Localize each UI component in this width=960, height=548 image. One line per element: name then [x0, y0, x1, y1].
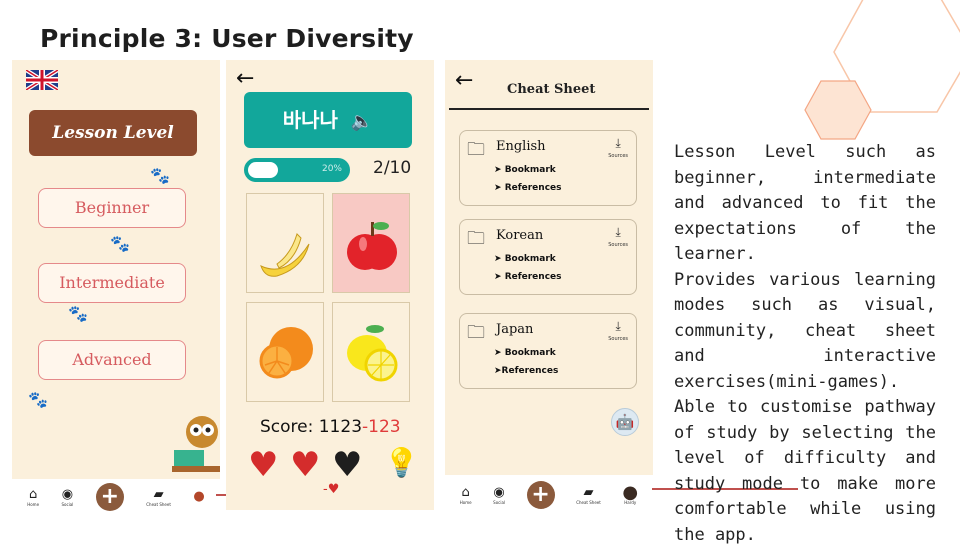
quiz-screen: ← 바나나 🔈 20% 2/10 Score: 1123-123 ♥ ♥ ♥ 💡… — [226, 60, 434, 510]
paw-print-icon: 🐾 — [68, 304, 88, 323]
home-icon: ⌂ — [28, 486, 38, 502]
download-icon: ⤓ — [615, 136, 621, 150]
home-icon: ⌂ — [461, 484, 470, 500]
orange-icon — [259, 327, 313, 379]
paw-print-icon: 🐾 — [110, 234, 130, 253]
advanced-button[interactable]: Advanced — [38, 340, 186, 380]
progress-knob — [248, 162, 278, 178]
bookmark-link[interactable]: ➤ Bookmark — [494, 254, 556, 264]
folder-japan[interactable]: 🗀 Japan ➤ Bookmark ➤References ⤓ Sources — [459, 313, 637, 389]
uk-flag-icon[interactable] — [26, 70, 58, 90]
answer-card-apple[interactable] — [332, 193, 410, 293]
hexagon-decoration-small — [804, 80, 872, 140]
download-sources-button[interactable]: ⤓ Sources — [608, 320, 628, 346]
word-prompt: 바나나 🔈 — [244, 92, 412, 148]
folder-icon: ▰ — [583, 484, 594, 500]
score-display: Score: 1123-123 — [260, 417, 401, 437]
nav-social[interactable]: ◉ Social — [61, 486, 74, 507]
progress-label: 20% — [321, 164, 342, 174]
heart-icon: ♥ — [248, 445, 279, 485]
avatar-icon: ● — [193, 489, 205, 504]
bookmark-link[interactable]: ➤ Bookmark — [494, 348, 556, 358]
folder-name: Korean — [496, 228, 544, 243]
progress-toggle[interactable]: 20% — [244, 158, 350, 182]
score-value: Score: 1123 — [260, 417, 363, 437]
nav-cheat-sheet[interactable]: ▰ Cheat Sheet — [576, 484, 601, 505]
add-button[interactable]: + — [526, 481, 555, 509]
heart-lost-icon: ♥ — [332, 445, 363, 485]
answer-card-banana[interactable] — [246, 193, 324, 293]
paw-print-icon: 🐾 — [150, 166, 170, 185]
download-sources-button[interactable]: ⤓ Sources — [608, 226, 628, 252]
nav-social[interactable]: ◉ Social — [493, 484, 505, 505]
back-arrow-icon[interactable]: ← — [236, 66, 254, 91]
bottom-navigation: ⌂ Home ◉ Social + ▰ Cheat Sheet ● Hardy — [445, 475, 653, 515]
folder-icon: 🗀 — [467, 139, 485, 160]
slide-title: Principle 3: User Diversity — [40, 24, 414, 53]
lightbulb-hint-icon[interactable]: 💡 — [384, 446, 419, 479]
download-sources-button[interactable]: ⤓ Sources — [608, 137, 628, 163]
lemon-icon — [347, 325, 398, 382]
lesson-level-header: Lesson Level — [29, 110, 197, 156]
nav-home[interactable]: ⌂ Home — [460, 484, 472, 505]
question-count: 2/10 — [373, 158, 412, 178]
answer-card-lemon[interactable] — [332, 302, 410, 402]
compass-icon: ◉ — [61, 486, 74, 502]
intermediate-button[interactable]: Intermediate — [38, 263, 186, 303]
folder-icon: 🗀 — [467, 228, 485, 249]
bookmark-link[interactable]: ➤ Bookmark — [494, 165, 556, 175]
nav-profile[interactable]: ● Hardy — [622, 481, 639, 505]
apple-icon — [347, 222, 397, 270]
paw-print-icon: 🐾 — [28, 390, 48, 409]
folder-icon: ▰ — [153, 486, 164, 502]
add-button[interactable]: + — [95, 483, 124, 511]
folder-name: Japan — [496, 322, 534, 337]
references-link[interactable]: ➤References — [494, 366, 558, 376]
description-paragraph: Able to customise pathway of study by se… — [674, 397, 936, 545]
references-link[interactable]: ➤ References — [494, 183, 562, 193]
folder-icon: 🗀 — [467, 322, 485, 343]
score-penalty: -123 — [362, 417, 401, 437]
slide-description: Lesson Level such as beginner, intermedi… — [674, 140, 936, 548]
heart-icon: ♥ — [290, 445, 321, 485]
folder-english[interactable]: 🗀 English ➤ Bookmark ➤ References ⤓ Sourc… — [459, 130, 637, 206]
download-icon: ⤓ — [615, 319, 621, 333]
heart-loss-indicator: -♥ — [323, 482, 340, 497]
download-icon: ⤓ — [615, 225, 621, 239]
korean-word: 바나나 — [282, 108, 338, 132]
compass-icon: ◉ — [493, 484, 505, 500]
beginner-button[interactable]: Beginner — [38, 188, 186, 228]
banana-icon — [260, 233, 310, 277]
back-arrow-icon[interactable]: ← — [455, 68, 473, 93]
owl-mascot-icon — [172, 416, 220, 472]
folder-name: English — [496, 139, 546, 154]
nav-profile[interactable]: ● — [193, 490, 204, 504]
avatar-icon: ● — [622, 481, 639, 503]
folder-korean[interactable]: 🗀 Korean ➤ Bookmark ➤ References ⤓ Source… — [459, 219, 637, 295]
lesson-level-screen: Lesson Level 🐾 Beginner 🐾 Intermediate 🐾… — [12, 60, 220, 515]
description-paragraph: Provides various learning modes such as … — [674, 269, 936, 392]
description-paragraph: Lesson Level such as beginner, intermedi… — [674, 142, 936, 264]
answer-card-orange[interactable] — [246, 302, 324, 402]
cheat-sheet-screen: ← Cheat Sheet 🗀 English ➤ Bookmark ➤ Ref… — [445, 60, 653, 515]
bottom-navigation: ⌂ Home ◉ Social + ▰ Cheat Sheet ● — [12, 479, 220, 515]
nav-cheat-sheet[interactable]: ▰ Cheat Sheet — [146, 486, 171, 507]
chatbot-icon[interactable]: 🤖 — [611, 408, 639, 436]
cheat-sheet-title: Cheat Sheet — [507, 82, 596, 97]
nav-home[interactable]: ⌂ Home — [27, 486, 39, 507]
speaker-icon[interactable]: 🔈 — [351, 111, 373, 132]
references-link[interactable]: ➤ References — [494, 272, 562, 282]
header-divider — [449, 108, 649, 110]
